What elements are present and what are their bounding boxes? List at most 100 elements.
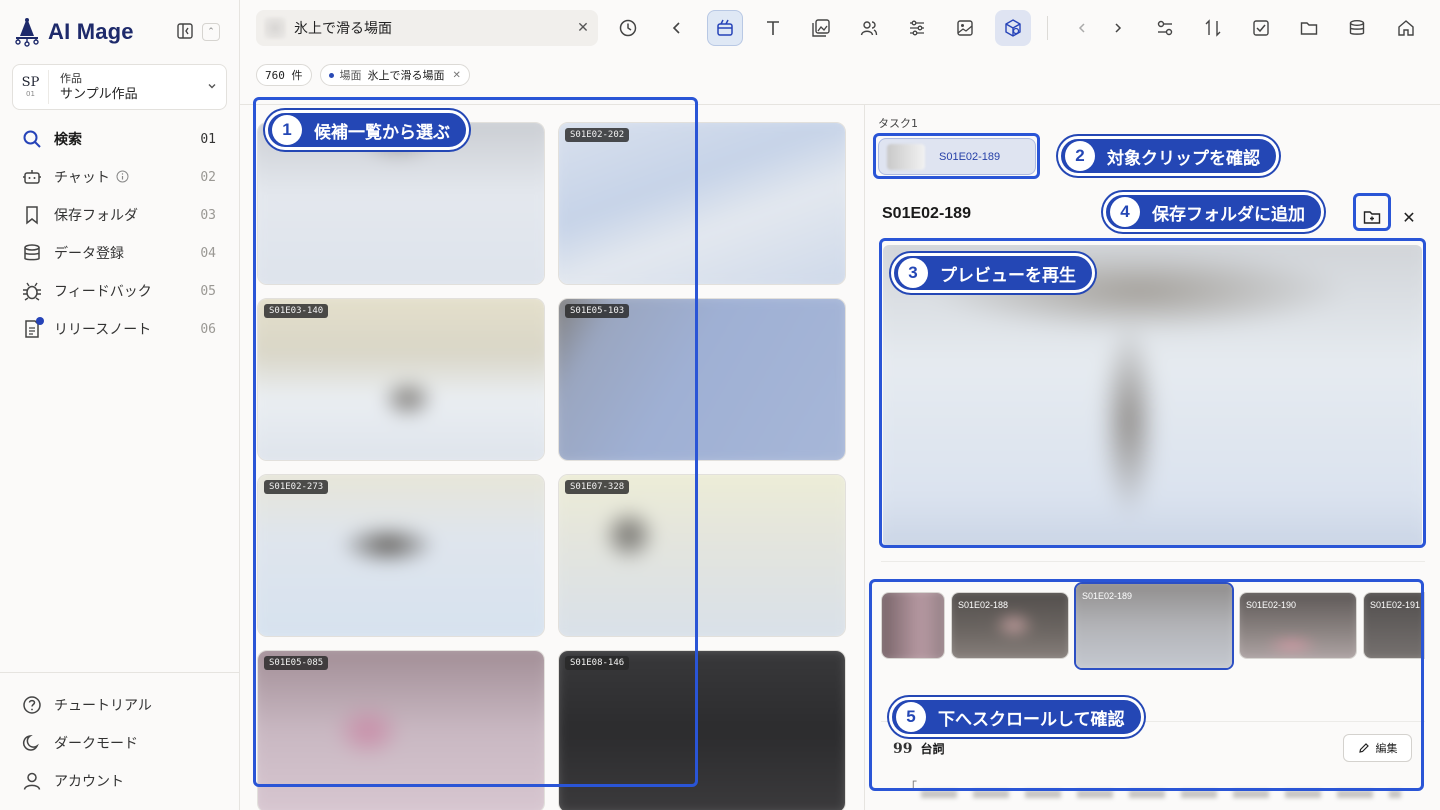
sidebar-item-dark-mode[interactable]: ダークモード xyxy=(0,724,240,762)
result-tile[interactable]: S01E05-085 xyxy=(257,650,545,810)
callout-text: 候補一覧から選ぶ xyxy=(314,122,450,143)
frame-caption: S01E02-191 xyxy=(1370,600,1421,610)
sort-icon[interactable] xyxy=(1195,10,1231,46)
sidebar-item-release-notes[interactable]: リリースノート 06 xyxy=(0,310,240,348)
cube-search-icon[interactable] xyxy=(995,10,1031,46)
sidebar-item-label: ダークモード xyxy=(54,736,138,752)
chip-value: 氷上で滑る場面 xyxy=(367,69,445,82)
sliders-icon[interactable] xyxy=(899,10,935,46)
task-clip-id: S01E02-189 xyxy=(939,150,1001,163)
sidebar-item-label: アカウント xyxy=(54,774,124,790)
sidebar-item-label: チュートリアル xyxy=(54,698,152,714)
search-input[interactable]: 氷上で滑る場面 xyxy=(294,18,568,38)
filmstrip-frame[interactable] xyxy=(881,592,945,659)
filmstrip-frame[interactable]: S01E02-191 xyxy=(1363,592,1425,659)
home-icon[interactable] xyxy=(1388,10,1424,46)
image-icon[interactable] xyxy=(947,10,983,46)
frame-caption: S01E02-190 xyxy=(1246,600,1297,610)
filter-settings-icon[interactable] xyxy=(1147,10,1183,46)
toolbar-divider xyxy=(1047,16,1048,40)
dialogue-text-blurred xyxy=(921,790,1401,798)
sidebar-item-search[interactable]: 検索 01 xyxy=(0,120,240,158)
filmstrip-frame[interactable]: S01E02-188 xyxy=(951,592,1069,659)
result-tile[interactable]: S01E05-103 xyxy=(558,298,846,461)
clip-id-tag: S01E03-140 xyxy=(264,304,329,318)
sidebar-collapse-icon[interactable] xyxy=(176,22,196,42)
frame-caption: S01E02-188 xyxy=(958,600,1009,610)
checkbox-select-icon[interactable] xyxy=(1243,10,1279,46)
chip-dot xyxy=(328,72,334,78)
database-icon[interactable] xyxy=(1339,10,1375,46)
task-clip-chip[interactable]: S01E02-189 xyxy=(878,138,1036,175)
sidebar-item-account[interactable]: アカウント xyxy=(0,762,240,800)
moon-icon xyxy=(22,733,42,753)
filmstrip[interactable]: S01E02-188 S01E02-189 S01E02-190 S01E02-… xyxy=(881,561,1425,701)
database-icon xyxy=(22,243,42,263)
shortcut-hint-icon[interactable]: ⌃ xyxy=(202,23,220,41)
result-tile[interactable]: S01E02-273 xyxy=(257,474,545,637)
quote-icon: 99 xyxy=(893,740,913,757)
callout-step-5: 5 下へスクロールして確認 xyxy=(889,697,1144,737)
sidebar-item-feedback[interactable]: フィードバック 05 xyxy=(0,272,240,310)
logo[interactable]: AI Mage xyxy=(12,16,134,48)
result-count: 760 件 xyxy=(265,69,303,82)
callout-number: 5 xyxy=(896,702,926,732)
sidebar-item-label: 検索 xyxy=(54,132,82,148)
result-count-chip: 760 件 xyxy=(256,64,312,86)
next-page-icon[interactable] xyxy=(1100,10,1136,46)
scene-search-mode-icon[interactable] xyxy=(707,10,743,46)
text-search-icon[interactable] xyxy=(755,10,791,46)
search-bar[interactable]: 氷上で滑る場面 ✕ xyxy=(256,10,598,46)
callout-step-1: 1 候補一覧から選ぶ xyxy=(265,110,469,150)
sidebar-item-data-registration[interactable]: データ登録 04 xyxy=(0,234,240,272)
dialogue-header: 99 台詞 xyxy=(893,740,945,757)
sidebar-item-number: 02 xyxy=(200,169,216,185)
prev-page-icon[interactable] xyxy=(1064,10,1100,46)
project-badge: SP 01 xyxy=(13,70,49,104)
callout-number: 1 xyxy=(272,115,302,145)
result-tile[interactable]: S01E02-202 xyxy=(558,122,846,285)
sidebar-item-saved-folders[interactable]: 保存フォルダ 03 xyxy=(0,196,240,234)
folder-icon[interactable] xyxy=(1291,10,1327,46)
info-icon xyxy=(116,168,129,187)
sidebar-item-chat[interactable]: チャット 02 xyxy=(0,158,240,196)
image-stack-icon[interactable] xyxy=(803,10,839,46)
filmstrip-frame-current[interactable]: S01E02-189 xyxy=(1074,582,1234,670)
scene-filter-chip[interactable]: 場面 氷上で滑る場面 ✕ xyxy=(319,64,470,86)
bug-icon xyxy=(22,281,42,301)
project-selector[interactable]: SP 01 作品 サンプル作品 xyxy=(12,64,227,110)
remove-filter-icon[interactable]: ✕ xyxy=(453,70,461,81)
clear-search-icon[interactable]: ✕ xyxy=(568,20,598,36)
callout-text: 保存フォルダに追加 xyxy=(1152,204,1305,225)
bookmark-icon xyxy=(22,205,42,225)
search-icon xyxy=(22,129,42,149)
sidebar-item-tutorial[interactable]: チュートリアル xyxy=(0,686,240,724)
callout-step-3: 3 プレビューを再生 xyxy=(891,253,1095,293)
edit-dialogue-button[interactable]: 編集 xyxy=(1343,734,1412,762)
task-clip-thumbnail xyxy=(887,143,925,170)
sidebar-item-label: リリースノート xyxy=(54,322,152,338)
clip-id-tag: S01E07-328 xyxy=(565,480,630,494)
project-name: サンプル作品 xyxy=(60,86,138,102)
history-icon[interactable] xyxy=(610,10,646,46)
result-tile[interactable]: S01E03-140 xyxy=(257,298,545,461)
add-to-folder-button[interactable] xyxy=(1354,200,1390,234)
close-panel-icon[interactable]: ✕ xyxy=(1394,200,1424,234)
sidebar-item-label: チャット xyxy=(54,170,110,186)
callout-step-2: 2 対象クリップを確認 xyxy=(1058,136,1279,176)
bot-icon xyxy=(22,167,42,187)
clip-id-tag: S01E08-146 xyxy=(565,656,630,670)
task-label: タスク1 xyxy=(878,117,918,130)
results-grid: S01E02-202 S01E03-140 S01E05-103 S01E02-… xyxy=(240,104,864,810)
toolbar: 氷上で滑る場面 ✕ xyxy=(240,0,1440,56)
result-tile[interactable]: S01E08-146 xyxy=(558,650,846,810)
back-icon[interactable] xyxy=(659,10,695,46)
clip-id-tag: S01E02-202 xyxy=(565,128,630,142)
sidebar-item-label: データ登録 xyxy=(54,246,124,262)
sidebar: AI Mage ⌃ SP 01 作品 サンプル作品 検索 01 チャット 02 … xyxy=(0,0,240,810)
result-tile[interactable]: S01E07-328 xyxy=(558,474,846,637)
help-circle-icon xyxy=(22,695,42,715)
callout-text: プレビューを再生 xyxy=(940,265,1076,286)
filmstrip-frame[interactable]: S01E02-190 xyxy=(1239,592,1357,659)
people-icon[interactable] xyxy=(851,10,887,46)
